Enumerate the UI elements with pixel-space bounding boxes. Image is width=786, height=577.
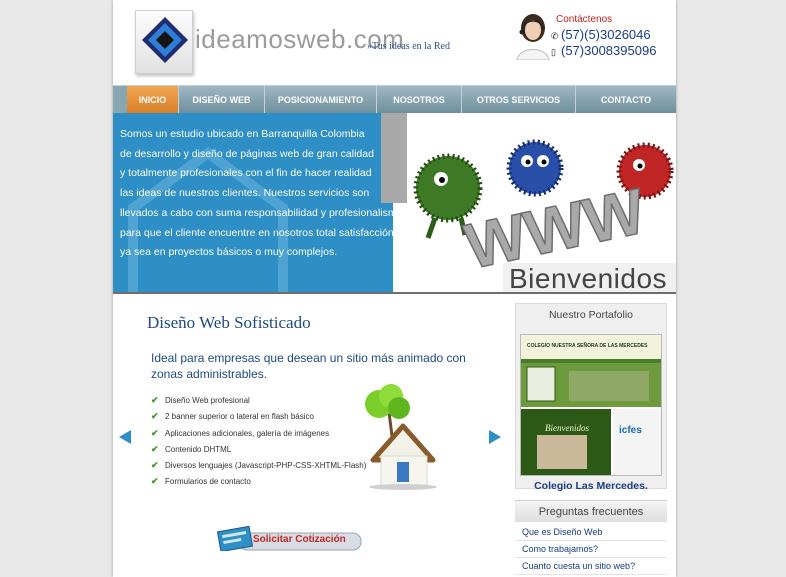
banner-line: para que el cliente encuentre en nosotro… <box>120 226 393 239</box>
feature-label: Diseño Web profesional <box>165 396 250 405</box>
support-agent-icon <box>516 14 550 60</box>
check-icon: ✔ <box>151 411 159 422</box>
nav-item-otros-servicios[interactable]: OTROS SERVICIOS <box>462 86 576 114</box>
nav-item-diseno-web[interactable]: DISEÑO WEB <box>179 86 265 114</box>
faq-link[interactable]: Que es Diseño Web <box>515 524 667 541</box>
banner-text-panel: Somos un estudio ubicado en Barranquilla… <box>113 113 393 292</box>
faq-title: Preguntas frecuentes <box>515 500 667 522</box>
check-icon: ✔ <box>151 395 159 405</box>
logo-diamond-icon <box>142 17 188 63</box>
list-item: ✔ Diversos lenguajes (Javascript-PHP-CSS-… <box>151 457 366 473</box>
arrow-right-icon[interactable] <box>489 430 501 444</box>
thumb-header: COLEGIO NUESTRA SEÑORA DE LAS MERCEDES <box>527 342 648 349</box>
arrow-left-icon[interactable] <box>119 430 131 444</box>
feature-label: 2 banner superior o lateral en flash bás… <box>165 412 314 422</box>
blue-monster <box>506 139 564 197</box>
phone-line-2[interactable]: ▯ (57)3008395096 <box>551 43 656 58</box>
portfolio-screenshot: COLEGIO NUESTRA SEÑORA DE LAS MERCEDES B… <box>521 335 661 475</box>
banner-line: y totalmente profesionales con el fin de… <box>120 167 372 180</box>
tagline: »Tus ideas en la Red <box>367 41 450 52</box>
welcome-heading: Bienvenidos <box>509 263 668 294</box>
list-item: ✔ Contenido DHTML <box>151 441 366 457</box>
portfolio-title: Nuestro Portafolio <box>548 309 634 321</box>
quote-button[interactable]: Solicitar Cotización <box>253 534 346 545</box>
feature-list: ✔ Diseño Web profesional ✔ 2 banner superi… <box>151 392 366 490</box>
faq-link[interactable]: Cuanto cuesta un sitio web? <box>515 558 667 575</box>
faq-list: Que es Diseño Web Como trabajamos? Cuant… <box>515 524 667 575</box>
nav-left-cap <box>113 86 127 114</box>
service-title: Diseño Web Sofisticado <box>147 313 311 332</box>
banner-line: de desarrollo y diseño de páginas web de… <box>120 147 374 160</box>
phone-line-1[interactable]: ✆ (57)(5)3026046 <box>551 27 651 42</box>
list-item: ✔ Formularios de contacto <box>151 473 366 489</box>
banner-line: llevados a cabo con suma responsabilidad… <box>120 206 393 219</box>
faq-link[interactable]: Como trabajamos? <box>515 541 667 558</box>
portfolio-caption[interactable]: Colegio Las Mercedes. <box>515 480 667 492</box>
welcome-banner: Somos un estudio ubicado en Barranquilla… <box>113 113 676 294</box>
contact-label: Contáctenos <box>556 14 613 25</box>
banner-gray-strip <box>381 113 407 203</box>
banner-line: Somos un estudio ubicado en Barranquilla… <box>120 128 365 140</box>
nav-item-posicionamiento[interactable]: POSICIONAMIENTO <box>265 86 377 114</box>
list-item: ✔ Diseño Web profesional <box>151 392 366 408</box>
mobile-icon: ▯ <box>551 47 556 57</box>
check-icon: ✔ <box>151 443 159 454</box>
check-icon: ✔ <box>151 427 159 438</box>
banner-line: ya sea en proyectos básicos o muy comple… <box>120 246 338 259</box>
logo-box[interactable] <box>135 10 193 74</box>
phone-icon: ✆ <box>551 31 559 41</box>
list-item: ✔ Aplicaciones adicionales, galería de im… <box>151 425 366 441</box>
thumb-icfes: icfes <box>619 425 642 436</box>
nav-item-nosotros[interactable]: NOSOTROS <box>377 86 462 114</box>
feature-label: Aplicaciones adicionales, galería de imá… <box>165 428 330 438</box>
nav-item-contacto[interactable]: CONTACTO <box>576 86 676 114</box>
phone-number-2: (57)3008395096 <box>561 43 657 58</box>
nav-item-inicio[interactable]: INICIO <box>127 86 179 114</box>
feature-label: Formularios de contacto <box>165 477 251 487</box>
phone-number-1: (57)(5)3026046 <box>561 27 651 42</box>
main-nav: INICIO DISEÑO WEB POSICIONAMIENTO NOSOTR… <box>113 85 676 114</box>
banner-text: Somos un estudio ubicado en Barranquilla… <box>120 125 393 263</box>
check-icon: ✔ <box>151 460 159 471</box>
list-item: ✔ 2 banner superior o lateral en flash bá… <box>151 408 366 424</box>
portfolio-thumbnail[interactable]: COLEGIO NUESTRA SEÑORA DE LAS MERCEDES B… <box>520 334 662 476</box>
house-icon <box>365 384 437 490</box>
feature-label: Contenido DHTML <box>165 444 232 454</box>
check-icon: ✔ <box>151 476 159 487</box>
service-subtitle: Ideal para empresas que desean un sitio … <box>151 351 466 381</box>
page: ideamosweb.com »Tus ideas en la Red Cont… <box>113 0 676 577</box>
banner-line: las ideas de nuestros clientes. Nuestros… <box>120 187 370 200</box>
feature-label: Diversos lenguajes (Javascript-PHP-CSS-X… <box>165 461 367 471</box>
thumb-welcome: Bienvenidos <box>545 423 589 433</box>
